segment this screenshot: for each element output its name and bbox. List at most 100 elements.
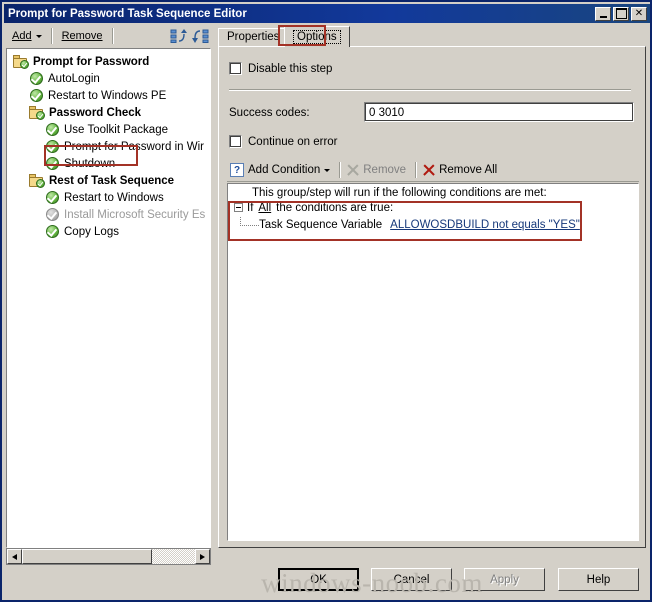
apply-button: Apply: [464, 568, 545, 591]
title-bar: Prompt for Password Task Sequence Editor…: [4, 4, 650, 23]
green-check-icon: [45, 190, 60, 205]
success-codes-input[interactable]: [364, 102, 634, 122]
remove-condition-label: Remove: [363, 164, 407, 176]
minimize-icon: [596, 8, 610, 20]
tree-horizontal-scrollbar[interactable]: [6, 548, 211, 565]
arrow-left-icon: [12, 553, 17, 560]
continue-on-error-row[interactable]: Continue on error: [229, 135, 338, 148]
options-pane: Disable this step Success codes: Continu…: [218, 46, 646, 548]
minimize-button[interactable]: [595, 6, 611, 21]
folder-check-icon: [29, 173, 45, 188]
ok-button-label: OK: [310, 573, 327, 586]
tree-item[interactable]: Restart to Windows PE: [9, 87, 210, 104]
tree-item[interactable]: Copy Logs: [9, 223, 210, 240]
tree-item[interactable]: Password Check: [9, 104, 210, 121]
tree-item[interactable]: Prompt for Password in Wir: [9, 138, 210, 155]
green-check-icon: [45, 122, 60, 137]
separator-line: [229, 89, 631, 91]
move-down-icon[interactable]: [191, 27, 211, 45]
conditions-header: This group/step will run if the followin…: [252, 187, 547, 199]
tab-properties[interactable]: Properties: [218, 28, 289, 47]
toolbar-separator-2: [111, 28, 114, 44]
remove-button-label: Remove: [61, 30, 103, 42]
maximize-icon: [614, 8, 628, 20]
apply-button-label: Apply: [490, 573, 519, 586]
remove-all-label: Remove All: [439, 164, 498, 176]
tree-item-label: Password Check: [49, 106, 142, 119]
close-button[interactable]: ✕: [631, 6, 647, 21]
tree-item[interactable]: Install Microsoft Security Es: [9, 206, 210, 223]
tree-toolbar: Add Remove: [6, 25, 211, 47]
task-sequence-tree[interactable]: Prompt for Password AutoLogin Restart to W…: [6, 48, 211, 548]
tree-item[interactable]: Rest of Task Sequence: [9, 172, 210, 189]
condition-row[interactable]: Task Sequence Variable ALLOWOSDBUILD not…: [228, 216, 638, 233]
folder-check-icon: [13, 54, 29, 69]
tab-strip: Properties Options: [218, 26, 646, 47]
green-check-icon: [45, 224, 60, 239]
disable-step-label: Disable this step: [248, 62, 333, 75]
condition-value-link[interactable]: ALLOWOSDBUILD not equals "YES": [390, 219, 580, 231]
tree-item-label: Install Microsoft Security Es: [64, 208, 206, 221]
tree-item-label: Shutdown: [64, 157, 116, 170]
help-button[interactable]: Help: [558, 568, 639, 591]
arrow-right-icon: [200, 553, 205, 560]
conditions-list[interactable]: This group/step will run if the followin…: [227, 183, 639, 541]
add-button-label: Add: [12, 30, 32, 42]
move-up-icon[interactable]: [169, 27, 189, 45]
green-check-icon: [29, 88, 44, 103]
condition-if-suffix: the conditions are true:: [276, 201, 394, 214]
tab-options-label: Options: [293, 30, 341, 44]
tree-item-label: Use Toolkit Package: [64, 123, 168, 136]
question-mark-icon: ?: [230, 163, 244, 177]
tree-item[interactable]: Prompt for Password: [9, 53, 210, 70]
scroll-left-button[interactable]: [7, 549, 22, 564]
condition-if-row[interactable]: If All the conditions are true:: [228, 199, 638, 216]
add-button[interactable]: Add: [6, 28, 48, 44]
chevron-down-icon: [35, 34, 42, 38]
collapse-icon[interactable]: [234, 203, 243, 212]
scrollbar-track[interactable]: [22, 549, 195, 564]
cancel-button-label: Cancel: [393, 573, 430, 586]
condition-toolbar: ? Add Condition Remove Remove All: [227, 159, 639, 182]
add-condition-button[interactable]: ? Add Condition: [227, 161, 336, 179]
tree-item[interactable]: Use Toolkit Package: [9, 121, 210, 138]
condition-if-prefix: If: [247, 201, 254, 214]
tree-item-label: Restart to Windows: [64, 191, 164, 204]
cancel-button[interactable]: Cancel: [371, 568, 452, 591]
scrollbar-thumb[interactable]: [22, 549, 152, 564]
tree-item[interactable]: AutoLogin: [9, 70, 210, 87]
gray-check-icon: [45, 207, 60, 222]
window-title: Prompt for Password Task Sequence Editor: [8, 7, 247, 20]
disable-step-row[interactable]: Disable this step: [229, 62, 332, 75]
remove-all-conditions-button[interactable]: Remove All: [420, 162, 503, 178]
green-check-icon: [29, 71, 44, 86]
remove-all-x-icon: [423, 164, 435, 176]
window-controls: ✕: [595, 6, 647, 21]
tree-item-label: Copy Logs: [64, 225, 119, 238]
toolbar-separator-1: [50, 28, 53, 44]
tree-connector-icon: [240, 217, 259, 226]
tree-item[interactable]: Shutdown: [9, 155, 210, 172]
condition-type-label: Task Sequence Variable: [259, 218, 383, 231]
close-icon: ✕: [634, 7, 644, 19]
remove-button[interactable]: Remove: [56, 28, 109, 44]
tree-item-label: Restart to Windows PE: [48, 89, 167, 102]
disable-step-checkbox[interactable]: [229, 62, 242, 75]
chevron-down-icon: [324, 168, 331, 172]
scroll-right-button[interactable]: [195, 549, 210, 564]
maximize-button[interactable]: [613, 6, 629, 21]
help-button-label: Help: [586, 573, 611, 586]
continue-on-error-checkbox[interactable]: [229, 135, 242, 148]
folder-check-icon: [29, 105, 45, 120]
green-check-icon: [45, 139, 60, 154]
tab-options[interactable]: Options: [284, 26, 350, 47]
task-sequence-editor-window: Prompt for Password Task Sequence Editor…: [0, 0, 652, 602]
ok-button[interactable]: OK: [278, 568, 359, 591]
tree-item[interactable]: Restart to Windows: [9, 189, 210, 206]
condition-scope-link[interactable]: All: [258, 202, 271, 214]
add-condition-label: Add Condition: [248, 164, 321, 176]
condition-separator-1: [339, 162, 342, 178]
tree-item-label: Prompt for Password in Wir: [64, 140, 204, 153]
remove-x-icon: [347, 164, 360, 176]
condition-separator-2: [415, 162, 418, 178]
